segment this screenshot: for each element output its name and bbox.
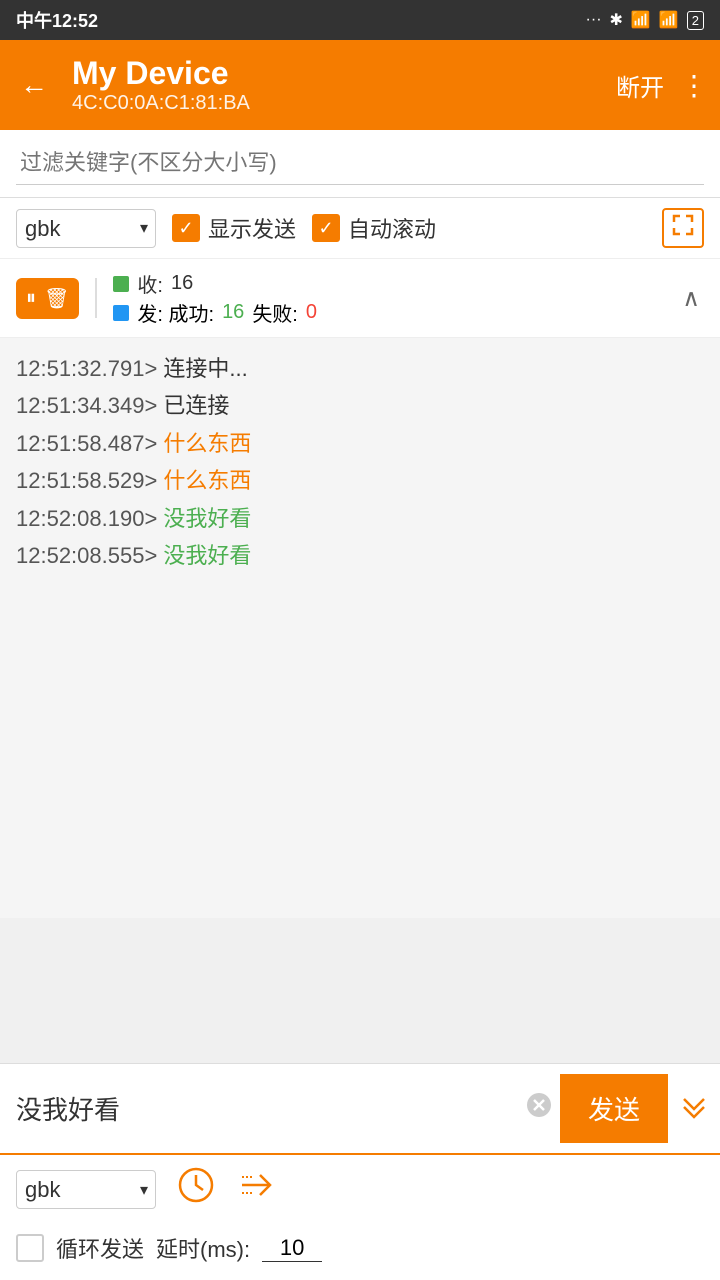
stats-row: ⏸ 🗑 收: 16 发: 成功: 16 失败: 0 ∧ xyxy=(0,259,720,338)
stats-text: 收: 16 发: 成功: 16 失败: 0 xyxy=(113,269,666,327)
log-line: 12:51:58.487> 什么东西 xyxy=(16,425,704,462)
log-timestamp: 12:52:08.555> xyxy=(16,543,157,568)
log-line: 12:52:08.555> 没我好看 xyxy=(16,537,704,574)
log-content: 连接中... xyxy=(157,356,247,381)
log-content: 已连接 xyxy=(157,393,229,418)
recv-stats: 收: 16 xyxy=(113,269,666,298)
log-timestamp: 12:51:32.791> xyxy=(16,356,157,381)
send-dot xyxy=(113,305,129,321)
history-button[interactable] xyxy=(176,1165,216,1214)
send-stats: 发: 成功: 16 失败: 0 xyxy=(113,298,666,327)
pause-icon: ⏸ xyxy=(26,287,36,310)
header: ← My Device 4C:C0:0A:C1:81:BA 断开 ⋮ xyxy=(0,40,720,130)
log-line: 12:51:34.349> 已连接 xyxy=(16,387,704,424)
log-content: 什么东西 xyxy=(157,431,251,456)
more-menu-button[interactable]: ⋮ xyxy=(680,69,708,102)
status-icons: ··· ✱ 📶 📶 2 xyxy=(586,10,704,30)
status-time: 中午12:52 xyxy=(16,7,98,33)
delay-label: 延时(ms): xyxy=(156,1232,250,1264)
auto-scroll-group: 自动滚动 xyxy=(312,212,436,244)
header-title: My Device 4C:C0:0A:C1:81:BA xyxy=(72,55,600,115)
signal-icon: 📶 xyxy=(631,10,651,30)
show-send-label: 显示发送 xyxy=(208,212,296,244)
bottom-area: 发送 gbk utf-8 ascii xyxy=(0,1063,720,1280)
message-input[interactable] xyxy=(16,1093,518,1124)
log-content: 没我好看 xyxy=(157,543,251,568)
encoding-select-wrapper: gbk utf-8 ascii xyxy=(16,209,156,248)
send-label: 发: 成功: xyxy=(137,298,214,327)
log-area: 12:51:32.791> 连接中...12:51:34.349> 已连接12:… xyxy=(0,338,720,918)
send-button[interactable]: 发送 xyxy=(560,1074,668,1143)
vertical-divider xyxy=(95,278,97,318)
expand-button[interactable] xyxy=(668,1083,720,1134)
log-line: 12:52:08.190> 没我好看 xyxy=(16,500,704,537)
bottom-tools: gbk utf-8 ascii xyxy=(0,1155,720,1224)
delay-input[interactable] xyxy=(262,1235,322,1262)
trash-icon: 🗑 xyxy=(44,286,69,311)
log-timestamp: 12:51:58.487> xyxy=(16,431,157,456)
controls-row: gbk utf-8 ascii 显示发送 自动滚动 xyxy=(0,198,720,259)
auto-scroll-label: 自动滚动 xyxy=(348,212,436,244)
log-line: 12:51:58.529> 什么东西 xyxy=(16,462,704,499)
filter-input[interactable] xyxy=(16,142,704,185)
log-content: 什么东西 xyxy=(157,468,251,493)
device-name: My Device xyxy=(72,55,600,92)
recv-label: 收: xyxy=(137,269,163,298)
back-button[interactable]: ← xyxy=(12,61,56,109)
stats-controls-button[interactable]: ⏸ 🗑 xyxy=(16,278,79,319)
header-actions: 断开 ⋮ xyxy=(616,68,708,103)
device-mac: 4C:C0:0A:C1:81:BA xyxy=(72,92,600,115)
input-row: 发送 xyxy=(0,1064,720,1155)
send-direction-button[interactable] xyxy=(236,1165,276,1214)
fullscreen-button[interactable] xyxy=(662,208,704,248)
log-timestamp: 12:52:08.190> xyxy=(16,506,157,531)
bottom-encoding-select[interactable]: gbk utf-8 ascii xyxy=(16,1170,156,1209)
show-send-checkbox[interactable] xyxy=(172,214,200,242)
log-timestamp: 12:51:58.529> xyxy=(16,468,157,493)
loop-checkbox[interactable] xyxy=(16,1234,44,1262)
recv-dot xyxy=(113,276,129,292)
status-bar: 中午12:52 ··· ✱ 📶 📶 2 xyxy=(0,0,720,40)
loop-row: 循环发送 延时(ms): xyxy=(0,1224,720,1280)
fail-count: 0 xyxy=(306,301,317,324)
bottom-encoding-select-wrapper: gbk utf-8 ascii xyxy=(16,1170,156,1209)
log-line: 12:51:32.791> 连接中... xyxy=(16,350,704,387)
log-timestamp: 12:51:34.349> xyxy=(16,393,157,418)
log-content: 没我好看 xyxy=(157,506,251,531)
recv-count: 16 xyxy=(171,272,193,295)
disconnect-button[interactable]: 断开 xyxy=(616,68,664,103)
clear-input-button[interactable] xyxy=(518,1088,560,1129)
collapse-button[interactable]: ∧ xyxy=(678,280,704,317)
show-send-group: 显示发送 xyxy=(172,212,296,244)
bluetooth-icon: ✱ xyxy=(610,10,623,30)
wifi-icon: 📶 xyxy=(659,10,679,30)
fail-label: 失败: xyxy=(252,298,298,327)
signal-dots-icon: ··· xyxy=(586,11,602,29)
send-success-count: 16 xyxy=(222,301,244,324)
battery-icon: 2 xyxy=(687,11,704,30)
loop-label: 循环发送 xyxy=(56,1232,144,1264)
auto-scroll-checkbox[interactable] xyxy=(312,214,340,242)
encoding-select[interactable]: gbk utf-8 ascii xyxy=(16,209,156,248)
filter-section xyxy=(0,130,720,198)
